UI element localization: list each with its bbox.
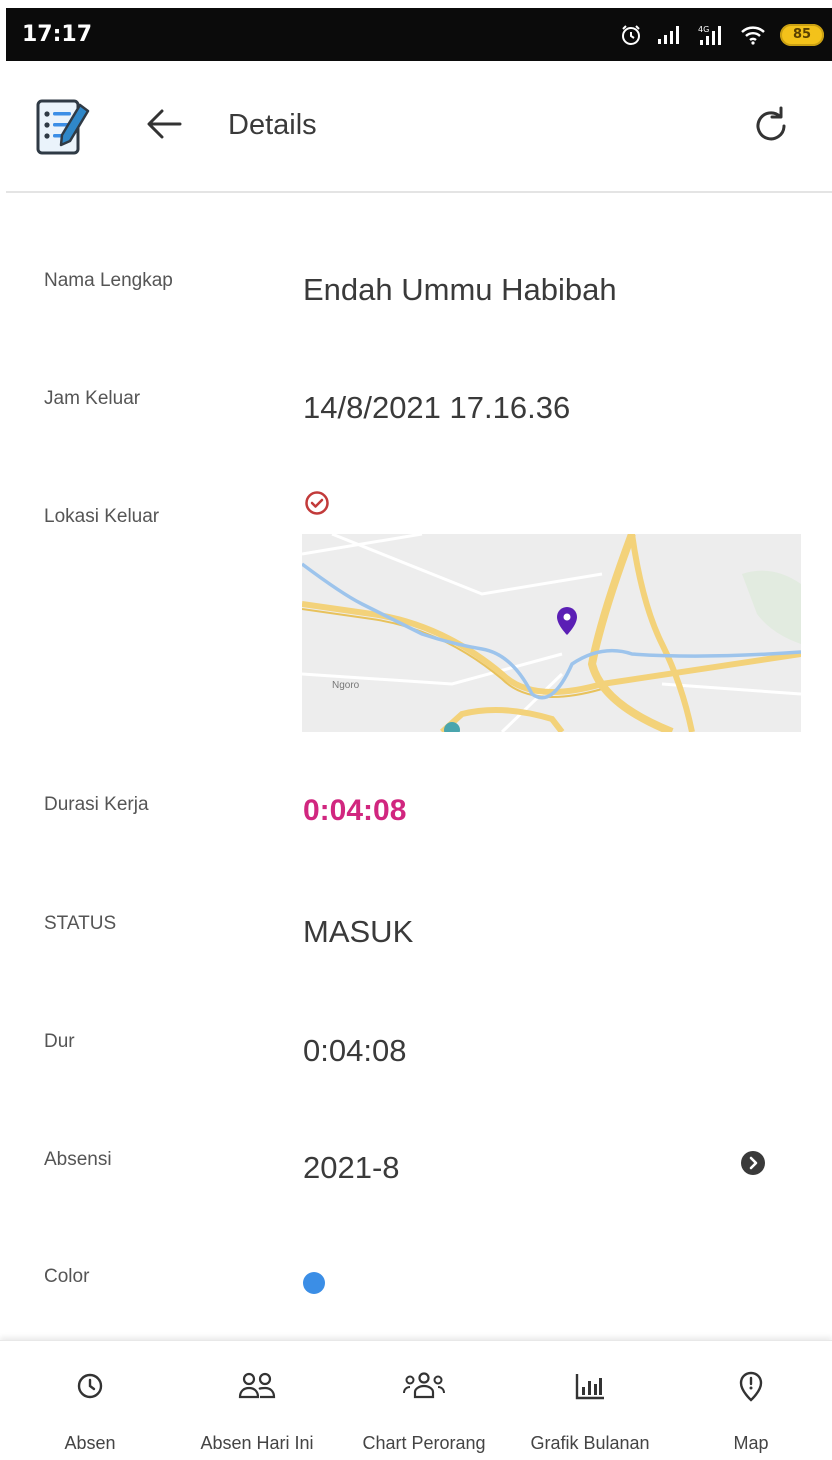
- wifi-icon: [740, 25, 766, 45]
- color-swatch: [303, 1272, 325, 1294]
- status-bar: 17:17 4G 85: [6, 8, 832, 61]
- group-icon: [402, 1371, 446, 1406]
- nav-map[interactable]: Map: [706, 1341, 796, 1460]
- status-value: MASUK: [303, 914, 414, 949]
- location-map[interactable]: Ngoro: [302, 534, 801, 732]
- signal-icon: [656, 25, 682, 45]
- status-label: STATUS: [44, 913, 117, 934]
- chevron-right-icon[interactable]: [740, 1150, 766, 1181]
- jam-keluar-value: 14/8/2021 17.16.36: [303, 390, 571, 425]
- nav-absen[interactable]: Absen: [40, 1341, 140, 1460]
- nav-grafik-bulanan[interactable]: Grafik Bulanan: [508, 1341, 672, 1460]
- absensi-value: 2021-8: [303, 1150, 400, 1185]
- dur-label: Dur: [44, 1031, 75, 1052]
- users-icon: [237, 1371, 277, 1406]
- dur-value: 0:04:08: [303, 1033, 407, 1068]
- nama-lengkap-label: Nama Lengkap: [44, 270, 173, 291]
- absensi-label: Absensi: [44, 1149, 112, 1170]
- nav-label: Map: [733, 1433, 769, 1453]
- nav-absen-hari-ini[interactable]: Absen Hari Ini: [178, 1341, 336, 1460]
- check-circle-icon: [304, 490, 330, 521]
- nav-label: Chart Perorang: [362, 1433, 486, 1453]
- svg-text:4G: 4G: [698, 25, 709, 34]
- lokasi-keluar-label: Lokasi Keluar: [44, 506, 160, 527]
- nav-chart-perorang[interactable]: Chart Perorang: [340, 1341, 508, 1460]
- map-image: Ngoro: [302, 534, 801, 732]
- 4g-signal-icon: 4G: [696, 24, 726, 46]
- bottom-navigation: Absen Absen Hari Ini Chart Perorang Graf…: [0, 1340, 832, 1460]
- color-label: Color: [44, 1266, 90, 1287]
- map-place-label: Ngoro: [332, 680, 360, 691]
- status-icons: 4G 85: [620, 23, 824, 46]
- nav-label: Absen: [64, 1433, 116, 1453]
- clock-icon: [75, 1371, 105, 1406]
- nama-lengkap-value: Endah Ummu Habibah: [303, 272, 617, 307]
- back-arrow-icon[interactable]: [144, 107, 184, 146]
- nav-label: Grafik Bulanan: [530, 1433, 650, 1453]
- app-checklist-icon: [34, 97, 94, 164]
- page-title: Details: [228, 109, 317, 141]
- map-pin-icon: [737, 1371, 765, 1408]
- app-bar: Details: [6, 61, 832, 193]
- jam-keluar-label: Jam Keluar: [44, 388, 141, 409]
- alarm-icon: [620, 24, 642, 46]
- bar-chart-icon: [574, 1371, 606, 1406]
- battery-icon: 85: [780, 23, 824, 46]
- durasi-kerja-label: Durasi Kerja: [44, 794, 149, 815]
- refresh-icon[interactable]: [751, 105, 793, 152]
- nav-label: Absen Hari Ini: [200, 1433, 314, 1453]
- status-time: 17:17: [22, 22, 93, 47]
- durasi-kerja-value: 0:04:08: [303, 794, 407, 827]
